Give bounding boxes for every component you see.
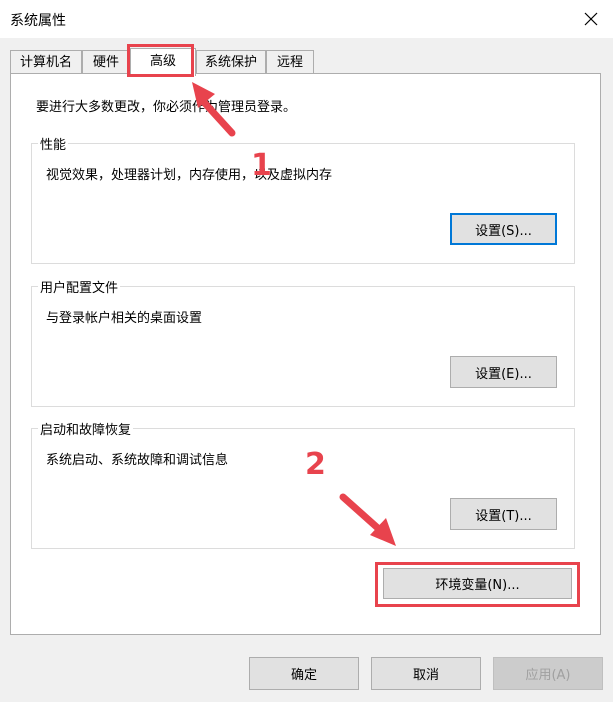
step-number-2: 2: [305, 447, 326, 482]
group-title-startup: 启动和故障恢复: [38, 419, 134, 438]
apply-button[interactable]: 应用(A): [493, 657, 603, 690]
close-icon: [584, 12, 598, 26]
admin-notice: 要进行大多数更改，你必须作为管理员登录。: [36, 100, 297, 115]
group-startup-recovery: 启动和故障恢复 系统启动、系统故障和调试信息: [31, 419, 575, 549]
group-user-profile: 用户配置文件 与登录帐户相关的桌面设置: [31, 277, 575, 407]
title-bar: 系统属性: [0, 0, 613, 38]
ok-button[interactable]: 确定: [249, 657, 359, 690]
performance-settings-button[interactable]: 设置(S)...: [450, 213, 557, 245]
group-desc-user-profile: 与登录帐户相关的桌面设置: [46, 311, 203, 326]
close-button[interactable]: [569, 0, 613, 38]
group-title-performance: 性能: [38, 134, 69, 153]
cancel-button[interactable]: 取消: [371, 657, 481, 690]
step-number-1: 1: [251, 148, 272, 183]
tab-remote[interactable]: 远程: [266, 50, 314, 74]
env-button-highlight-box: [375, 562, 580, 607]
tab-highlight-box: [127, 44, 194, 77]
tab-computer-name[interactable]: 计算机名: [10, 50, 82, 74]
tab-system-protection[interactable]: 系统保护: [196, 50, 266, 74]
window-title: 系统属性: [10, 13, 66, 29]
profile-settings-button[interactable]: 设置(E)...: [450, 356, 557, 388]
group-performance: 性能 视觉效果，处理器计划，内存使用，以及虚拟内存: [31, 134, 575, 264]
group-title-user-profile: 用户配置文件: [38, 277, 121, 296]
tab-hardware[interactable]: 硬件: [82, 50, 130, 74]
startup-settings-button[interactable]: 设置(T)...: [450, 498, 557, 530]
group-desc-startup: 系统启动、系统故障和调试信息: [46, 453, 229, 468]
group-desc-performance: 视觉效果，处理器计划，内存使用，以及虚拟内存: [46, 168, 333, 183]
